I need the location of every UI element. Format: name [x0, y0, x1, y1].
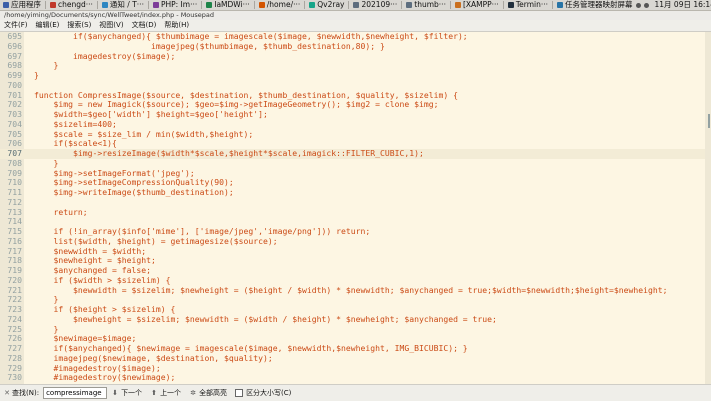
close-find-icon[interactable]: ✕	[2, 389, 12, 397]
find-next-label: 下一个	[121, 388, 142, 398]
line-text: $newwidth = $sizelim; $newheight = ($hei…	[34, 286, 667, 296]
vertical-scrollbar[interactable]	[705, 32, 711, 384]
match-case-label: 区分大小写(C)	[246, 388, 291, 398]
taskbar-item-label: IaMDWi···	[214, 0, 250, 10]
taskbar-item-label: Qv2ray	[317, 0, 344, 10]
taskbar-separator	[254, 1, 255, 9]
code-line[interactable]: 712	[0, 198, 711, 208]
code-line[interactable]: 699}	[0, 71, 711, 81]
taskbar-item-label: PHP: Im···	[161, 0, 197, 10]
checkbox-box	[235, 389, 243, 397]
menu-bar: 文件(F) 编辑(E) 搜索(S) 视图(V) 文档(D) 帮助(H)	[0, 20, 711, 32]
taskbar-separator	[552, 1, 553, 9]
menu-edit[interactable]: 编辑(E)	[32, 20, 64, 31]
line-text: $img->writeImage($thumb_destination);	[34, 188, 234, 198]
taskbar-separator	[401, 1, 402, 9]
taskbar-item-label: Termin···	[516, 0, 548, 10]
taskbar-separator	[503, 1, 504, 9]
network-icon[interactable]	[644, 3, 649, 8]
menu-file[interactable]: 文件(F)	[0, 20, 32, 31]
taskbar-item-label: chengd···	[58, 0, 93, 10]
taskbar-item[interactable]: PHP: Im···	[150, 0, 200, 10]
menu-document[interactable]: 文档(D)	[128, 20, 161, 31]
taskbar-item[interactable]: Qv2ray	[306, 0, 347, 10]
app-icon	[206, 2, 212, 8]
code-line[interactable]: 698 }	[0, 61, 711, 71]
line-text: #imagedestroy($newimage);	[34, 373, 175, 383]
arrow-down-icon: ⬇	[111, 389, 119, 397]
taskbar-separator	[45, 1, 46, 9]
taskbar-separator	[97, 1, 98, 9]
taskbar-items: 应用程序 chengd··· 通知 / T··· PHP: Im··· IaMDWi··…	[0, 0, 636, 10]
find-bar: ✕ 查找(N): ⬇下一个 ⬆上一个 ✲全部高亮 区分大小写(C)	[0, 384, 711, 401]
taskbar-item[interactable]: IaMDWi···	[203, 0, 253, 10]
taskbar-separator	[201, 1, 202, 9]
taskbar-item-label: thumb···	[414, 0, 446, 10]
menu-help[interactable]: 帮助(H)	[160, 20, 193, 31]
line-number: 730	[0, 373, 22, 383]
app-icon	[557, 2, 563, 8]
taskbar-item-label: 应用程序	[11, 0, 41, 10]
find-prev-button[interactable]: ⬆上一个	[150, 388, 181, 398]
highlight-all-label: 全部高亮	[199, 388, 227, 398]
find-label: 查找(N):	[12, 388, 39, 398]
code-line[interactable]: 707 $img->resizeImage($width*$scale,$hei…	[0, 149, 711, 159]
taskbar: 应用程序 chengd··· 通知 / T··· PHP: Im··· IaMDWi··…	[0, 0, 711, 11]
taskbar-separator	[148, 1, 149, 9]
taskbar-separator	[304, 1, 305, 9]
taskbar-item[interactable]: chengd···	[47, 0, 96, 10]
app-icon	[353, 2, 359, 8]
code-lines[interactable]: 695 if($anychanged){ $thumbimage = image…	[0, 32, 711, 383]
app-icon	[455, 2, 461, 8]
code-line[interactable]: 730 #imagedestroy($newimage);	[0, 373, 711, 383]
taskbar-item-label: 任务管理器映射屏幕	[565, 0, 633, 10]
line-text: $img->resizeImage($width*$scale,$height*…	[34, 149, 424, 159]
system-tray: 11月 09日 16:14	[636, 0, 711, 10]
arrow-up-icon: ⬆	[150, 389, 158, 397]
code-line[interactable]: 721 $newwidth = $sizelim; $newheight = (…	[0, 286, 711, 296]
scrollbar-thumb[interactable]	[708, 114, 710, 128]
taskbar-item[interactable]: Termin···	[505, 0, 551, 10]
app-icon	[153, 2, 159, 8]
taskbar-item[interactable]: /home/···	[256, 0, 303, 10]
highlight-icon: ✲	[189, 389, 197, 397]
app-icon	[406, 2, 412, 8]
match-case-checkbox[interactable]: 区分大小写(C)	[235, 388, 291, 398]
line-text: return;	[34, 208, 88, 218]
taskbar-item-label: 通知 / T···	[110, 0, 144, 10]
clock[interactable]: 11月 09日 16:14	[652, 0, 711, 10]
taskbar-item[interactable]: 通知 / T···	[99, 0, 147, 10]
code-line[interactable]: 724 $newheight = $sizelim; $newwidth = (…	[0, 315, 711, 325]
taskbar-separator	[348, 1, 349, 9]
taskbar-item-label: [XAMPP···	[463, 0, 499, 10]
taskbar-item[interactable]: 应用程序	[0, 0, 44, 10]
volume-icon[interactable]	[636, 3, 641, 8]
code-editor[interactable]: 695 if($anychanged){ $thumbimage = image…	[0, 32, 711, 384]
code-line[interactable]: 713 return;	[0, 208, 711, 218]
find-next-button[interactable]: ⬇下一个	[111, 388, 142, 398]
highlight-all-button[interactable]: ✲全部高亮	[189, 388, 227, 398]
app-icon	[3, 2, 9, 8]
code-line[interactable]: 711 $img->writeImage($thumb_destination)…	[0, 188, 711, 198]
app-icon	[259, 2, 265, 8]
taskbar-item[interactable]: [XAMPP···	[452, 0, 502, 10]
line-text: }	[34, 71, 39, 81]
line-text: $newheight = $sizelim; $newwidth = ($wid…	[34, 315, 497, 325]
taskbar-item-label: /home/···	[267, 0, 300, 10]
taskbar-item[interactable]: 202109···	[350, 0, 400, 10]
taskbar-item-label: 202109···	[361, 0, 397, 10]
taskbar-separator	[450, 1, 451, 9]
app-icon	[508, 2, 514, 8]
find-input[interactable]	[43, 387, 107, 399]
taskbar-item[interactable]: 任务管理器映射屏幕	[554, 0, 636, 10]
taskbar-item[interactable]: thumb···	[403, 0, 449, 10]
menu-view[interactable]: 视图(V)	[95, 20, 127, 31]
find-prev-label: 上一个	[160, 388, 181, 398]
app-icon	[309, 2, 315, 8]
window-title: /home/yiming/Documents/sync/WellTweet/in…	[0, 11, 711, 20]
menu-search[interactable]: 搜索(S)	[63, 20, 95, 31]
app-icon	[50, 2, 56, 8]
code-line[interactable]: 697 imagedestroy($image);	[0, 52, 711, 62]
app-icon	[102, 2, 108, 8]
